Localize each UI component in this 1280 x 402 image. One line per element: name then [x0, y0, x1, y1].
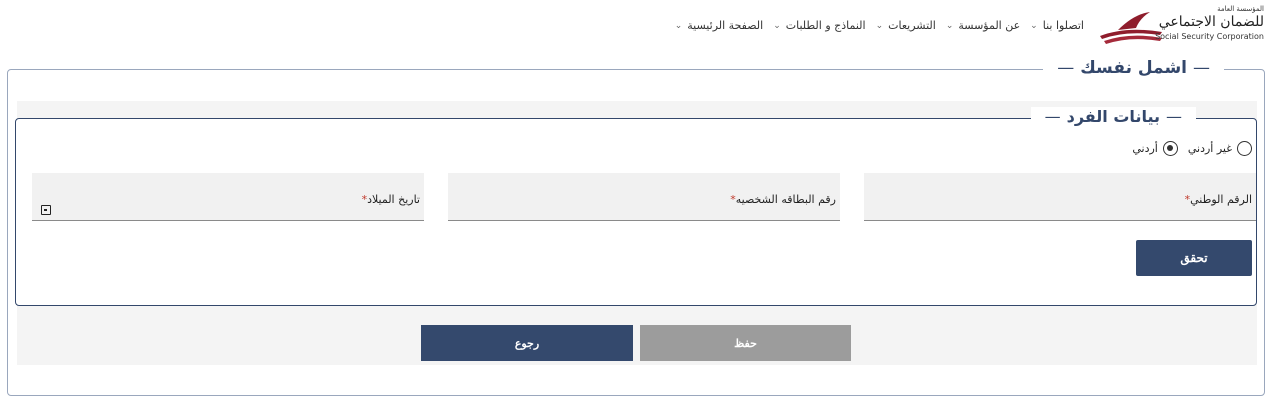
- id-card-number-label: رقم البطاقه الشخصيه: [735, 193, 836, 206]
- nav-forms-requests[interactable]: النماذج و الطلبات ⌄: [773, 19, 865, 32]
- logo-arabic-name: للضمان الاجتماعي: [1158, 14, 1264, 30]
- nav-label: التشريعات: [888, 19, 936, 32]
- back-button[interactable]: رجوع: [421, 325, 633, 361]
- birth-date-field[interactable]: تاريخ الميلاد*: [32, 173, 424, 221]
- chevron-down-icon: ⌄: [773, 20, 781, 31]
- nav-legislation[interactable]: التشريعات ⌄: [876, 19, 936, 32]
- logo-english-name: Social Security Corporation: [1155, 32, 1264, 41]
- self-inclusion-fieldset: — اشمل نفسك — — بيانات الفرد — أردني غير أرد…: [7, 58, 1265, 396]
- chevron-down-icon: ⌄: [674, 20, 683, 31]
- nationality-radio-group: أردني غير أردني: [1122, 141, 1252, 156]
- nav-label: النماذج و الطلبات: [785, 19, 866, 32]
- chevron-down-icon: ⌄: [1030, 20, 1038, 31]
- individual-data-fieldset: — بيانات الفرد — أردني غير أردني الرقم الو…: [15, 107, 1257, 306]
- main-nav: الصفحة الرئيسية ⌄ النماذج و الطلبات ⌄ ال…: [665, 19, 1084, 32]
- section-title: — بيانات الفرد —: [1030, 107, 1196, 126]
- nav-contact[interactable]: اتصلوا بنا ⌄: [1030, 19, 1084, 32]
- nav-label: الصفحة الرئيسية: [687, 19, 764, 32]
- radio-unchecked-icon[interactable]: [1237, 141, 1252, 156]
- page-title: — اشمل نفسك —: [1043, 58, 1224, 78]
- nav-label: عن المؤسسة: [958, 19, 1021, 32]
- save-button[interactable]: حفظ: [640, 325, 851, 361]
- ssc-logo[interactable]: المؤسسة العامة للضمان الاجتماعي Social S…: [1086, 6, 1266, 48]
- verify-button[interactable]: تحقق: [1136, 240, 1252, 276]
- national-id-label: الرقم الوطني: [1190, 193, 1252, 206]
- radio-non-jordanian[interactable]: غير أردني: [1188, 141, 1252, 156]
- radio-label: أردني: [1132, 142, 1158, 155]
- radio-checked-icon[interactable]: [1162, 141, 1178, 156]
- calendar-icon[interactable]: [41, 205, 51, 215]
- chevron-down-icon: ⌄: [945, 20, 954, 31]
- radio-jordanian[interactable]: أردني: [1132, 141, 1178, 156]
- nav-home[interactable]: الصفحة الرئيسية ⌄: [675, 19, 763, 32]
- national-id-field[interactable]: الرقم الوطني*: [864, 173, 1256, 221]
- radio-label: غير أردني: [1187, 142, 1232, 155]
- nav-label: اتصلوا بنا: [1042, 19, 1084, 32]
- logo-small-text: المؤسسة العامة: [1217, 5, 1264, 13]
- birth-date-label: تاريخ الميلاد: [367, 193, 420, 206]
- nav-about[interactable]: عن المؤسسة ⌄: [946, 19, 1020, 32]
- chevron-down-icon: ⌄: [875, 20, 884, 31]
- id-card-number-field[interactable]: رقم البطاقه الشخصيه*: [448, 173, 840, 221]
- top-header: المؤسسة العامة للضمان الاجتماعي Social S…: [0, 0, 1280, 55]
